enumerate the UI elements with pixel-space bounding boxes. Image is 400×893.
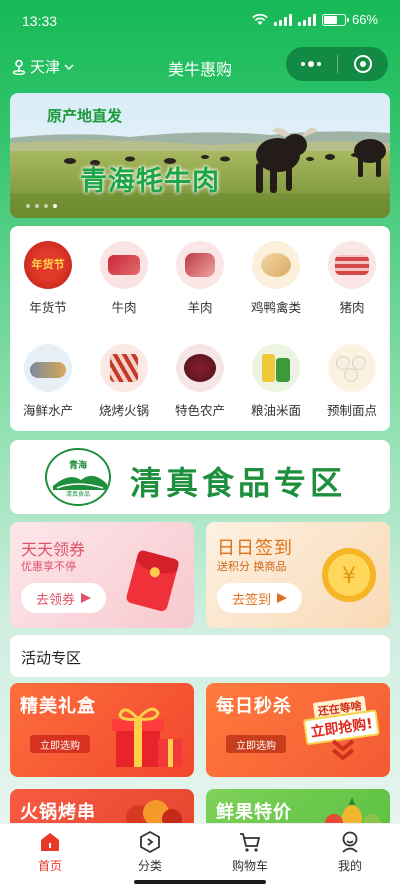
category-label: 特色农产	[174, 403, 225, 418]
prepared-pastry-icon	[328, 344, 376, 392]
halal-logo: 青海 清真食品	[45, 448, 111, 506]
promo-gift-box[interactable]: 精美礼盒 立即选购	[10, 683, 194, 777]
category-label: 海鲜水产	[22, 403, 73, 418]
signin-title: 日日签到	[217, 538, 293, 559]
get-coupon-label: 去领券	[35, 592, 75, 608]
signin-card[interactable]: 日日签到 送积分 换商品 去签到 ¥	[206, 522, 390, 628]
status-time: 13:33	[22, 13, 58, 29]
category-label: 猪肉	[339, 300, 365, 315]
category-grid: 年货节 年货节 牛肉 羊肉 鸡鸭禽类 猪肉 海鲜水产 烧烤火锅 特色农产 粮油米…	[10, 226, 390, 431]
bbq-hotpot-icon	[100, 344, 148, 392]
promo-flash-sale[interactable]: 每日秒杀 立即选购 还在等啥 立即抢购!	[206, 683, 390, 777]
poultry-icon	[252, 241, 300, 289]
gold-coin-icon: ¥	[322, 548, 376, 602]
category-beef[interactable]: 牛肉	[86, 241, 162, 316]
category-label: 预制面点	[326, 403, 377, 418]
pork-icon	[328, 241, 376, 289]
lamb-icon	[176, 241, 224, 289]
tab-label: 我的	[337, 859, 362, 873]
new-year-festival-icon: 年货节	[24, 241, 72, 289]
tab-profile[interactable]: 我的	[300, 824, 400, 880]
promo-title: 火锅烤串	[20, 802, 96, 823]
promo-title: 每日秒杀	[216, 696, 292, 717]
category-label: 年货节	[29, 300, 67, 315]
status-bar: 13:33 66%	[0, 0, 400, 44]
farm-produce-icon	[176, 344, 224, 392]
gift-box-icon	[112, 707, 182, 767]
coupon-title: 天天领券	[21, 540, 86, 559]
chevron-down-icon	[64, 64, 74, 70]
buy-now-button[interactable]: 立即选购	[226, 735, 286, 753]
category-label: 鸡鸭禽类	[250, 300, 301, 315]
close-miniprogram-button[interactable]	[338, 47, 389, 81]
home-icon	[38, 830, 62, 854]
category-lamb[interactable]: 羊肉	[162, 241, 238, 316]
signin-subtitle: 送积分 换商品	[217, 560, 287, 573]
category-seafood[interactable]: 海鲜水产	[10, 344, 86, 419]
section-title: 活动专区	[21, 649, 82, 667]
profile-icon	[338, 830, 362, 854]
tab-home[interactable]: 首页	[0, 824, 100, 880]
category-bbq-hotpot[interactable]: 烧烤火锅	[86, 344, 162, 419]
location-label: 天津	[30, 58, 61, 76]
nav-bar: 天津 美牛惠购	[0, 44, 400, 88]
more-button[interactable]	[286, 47, 337, 81]
category-poultry[interactable]: 鸡鸭禽类	[238, 241, 314, 316]
signal-icon	[273, 13, 292, 26]
tab-label: 首页	[37, 859, 62, 873]
category-label: 羊肉	[187, 300, 213, 315]
activity-section-header: 活动专区	[10, 635, 390, 677]
promo-title: 鲜果特价	[216, 802, 292, 823]
halal-zone-title: 清真食品专区	[130, 464, 347, 502]
home-indicator	[134, 880, 266, 884]
tab-label: 分类	[137, 859, 162, 873]
beef-icon	[100, 241, 148, 289]
grain-oil-icon	[252, 344, 300, 392]
signal-icon-2	[297, 13, 316, 26]
cart-icon	[238, 830, 262, 854]
svg-text:¥: ¥	[342, 564, 356, 589]
more-dots-icon	[301, 61, 322, 67]
category-prepared-pastry[interactable]: 预制面点	[314, 344, 390, 419]
halal-logo-bottom: 清真食品	[65, 491, 90, 498]
arrow-right-icon	[81, 593, 91, 603]
go-signin-label: 去签到	[231, 592, 271, 608]
banner-title: 青海牦牛肉	[80, 166, 220, 197]
banner-tag: 原产地直发	[47, 107, 123, 125]
category-pork[interactable]: 猪肉	[314, 241, 390, 316]
hero-banner[interactable]: 原产地直发 青海牦牛肉	[10, 93, 390, 218]
battery-icon	[321, 13, 349, 26]
seafood-icon	[24, 344, 72, 392]
category-label: 牛肉	[111, 300, 137, 315]
get-coupon-button[interactable]: 去领券	[21, 583, 106, 613]
tab-label: 购物车	[231, 859, 268, 873]
red-envelope-icon	[126, 550, 179, 612]
category-label: 烧烤火锅	[98, 403, 149, 418]
halal-zone-banner[interactable]: 青海 清真食品 清真食品专区	[10, 440, 390, 514]
promo-title: 精美礼盒	[20, 696, 96, 717]
category-label: 粮油米面	[250, 403, 301, 418]
category-new-year[interactable]: 年货节 年货节	[10, 241, 86, 316]
tab-category[interactable]: 分类	[100, 824, 200, 880]
tab-cart[interactable]: 购物车	[200, 824, 300, 880]
buy-now-button[interactable]: 立即选购	[30, 735, 90, 753]
location-selector[interactable]: 天津	[12, 56, 74, 77]
banner-pagination	[26, 204, 57, 208]
category-icon	[138, 830, 162, 854]
go-signin-button[interactable]: 去签到	[217, 583, 302, 613]
coupon-subtitle: 优惠享不停	[21, 560, 76, 573]
status-icons: 66%	[252, 12, 378, 27]
target-icon	[353, 55, 372, 73]
new-year-badge: 年货节	[31, 258, 65, 271]
battery-level: 66%	[351, 12, 378, 27]
arrow-right-icon	[277, 593, 287, 603]
coupon-card[interactable]: 天天领券 优惠享不停 去领券	[10, 522, 194, 628]
location-pin-icon	[12, 59, 26, 75]
miniprogram-capsule	[286, 47, 388, 81]
wifi-icon	[252, 13, 268, 25]
flash-sticker: 还在等啥 立即抢购!	[299, 691, 388, 746]
double-chevron-down-icon	[331, 739, 355, 761]
category-farm-produce[interactable]: 特色农产	[162, 344, 238, 419]
category-grain-oil[interactable]: 粮油米面	[238, 344, 314, 419]
